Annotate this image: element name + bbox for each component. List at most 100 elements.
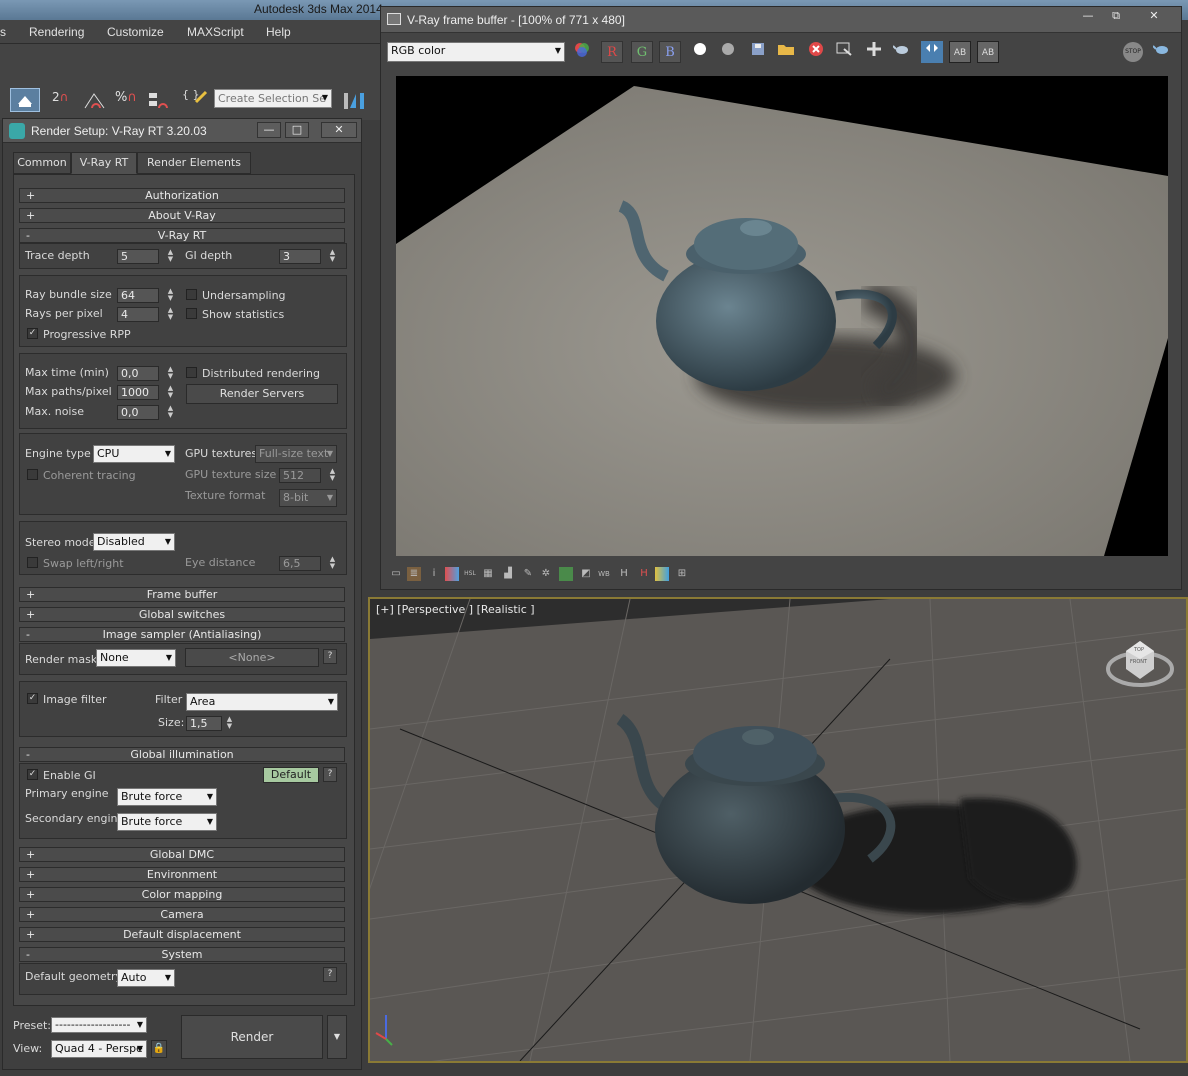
coherent-tracing-checkbox[interactable]	[27, 469, 38, 480]
render-servers-button[interactable]: Render Servers	[186, 384, 338, 404]
stamp-icon[interactable]: ⊞	[675, 567, 689, 581]
menu-maxscript[interactable]: MAXScript	[187, 25, 244, 39]
engine-type-dropdown[interactable]: CPU ▼	[93, 445, 175, 463]
enable-gi-checkbox[interactable]: ✓	[27, 769, 38, 780]
snap-2d-icon[interactable]: 2∩	[52, 90, 74, 112]
render-mask-dropdown[interactable]: None ▼	[96, 649, 176, 667]
max-paths-spinner[interactable]: 1000	[117, 385, 159, 400]
display-icon[interactable]: ▭	[389, 567, 403, 581]
gi-depth-spinner[interactable]: 3	[279, 249, 321, 264]
angle-snap-icon[interactable]	[82, 90, 108, 112]
rays-per-pixel-spinner[interactable]: 4	[117, 307, 159, 322]
rollout-color-mapping[interactable]: + Color mapping	[19, 887, 345, 902]
minimize-button[interactable]: —	[257, 122, 281, 138]
size-spinner[interactable]: 1,5	[186, 716, 222, 731]
info-icon[interactable]: i	[427, 567, 441, 581]
close-button[interactable]: ✕	[321, 122, 357, 138]
curves-icon[interactable]: ▦	[481, 567, 495, 581]
spinner-arrows-icon[interactable]: ▲ ▼	[166, 366, 175, 381]
blue-channel-button[interactable]: B	[659, 41, 681, 63]
spinner-arrows-icon[interactable]: ▲ ▼	[328, 468, 337, 483]
mirror-icon[interactable]	[342, 90, 368, 112]
help-button[interactable]: ?	[323, 967, 337, 982]
show-statistics-checkbox[interactable]	[186, 308, 197, 319]
spinner-arrows-icon[interactable]: ▲ ▼	[166, 249, 175, 264]
spinner-arrows-icon[interactable]: ▲ ▼	[166, 405, 175, 420]
image-filter-checkbox[interactable]: ✓	[27, 693, 38, 704]
spinner-arrows-icon[interactable]: ▲ ▼	[328, 249, 337, 264]
history-b-icon[interactable]: AB	[977, 41, 999, 63]
minimize-button[interactable]: —	[1077, 9, 1099, 25]
history-a-icon[interactable]: AB	[949, 41, 971, 63]
edit-named-sets-icon[interactable]: { }	[182, 88, 210, 114]
spinner-arrows-icon[interactable]: ▲ ▼	[166, 307, 175, 322]
white-balance-icon[interactable]	[559, 567, 573, 581]
rollout-vray-rt[interactable]: - V-Ray RT	[19, 228, 345, 243]
lut-icon[interactable]: HSL	[463, 567, 477, 581]
perspective-viewport[interactable]: [+] [Perspective ] [Realistic ] TOP FRON…	[368, 597, 1188, 1063]
max-noise-spinner[interactable]: 0,0	[117, 405, 159, 420]
track-mouse-icon[interactable]	[833, 41, 855, 63]
clear-icon[interactable]	[805, 41, 827, 63]
primary-engine-dropdown[interactable]: Brute force ▼	[117, 788, 217, 806]
rollout-authorization[interactable]: + Authorization	[19, 188, 345, 203]
spinner-arrows-icon[interactable]: ▲ ▼	[225, 716, 234, 731]
help-button[interactable]: ?	[323, 767, 337, 782]
ocio-icon[interactable]: WB	[597, 567, 611, 581]
maximize-button[interactable]: □	[285, 122, 309, 138]
rendered-image[interactable]	[396, 76, 1168, 556]
rollout-default-displacement[interactable]: + Default displacement	[19, 927, 345, 942]
history-icon[interactable]: ≣	[407, 567, 421, 581]
spinner-snap-icon[interactable]	[147, 90, 171, 112]
exposure-icon[interactable]: ▟	[501, 567, 515, 581]
menu-help[interactable]: Help	[266, 25, 291, 39]
selection-set-dropdown[interactable]: Create Selection Se ▼	[214, 89, 332, 108]
rollout-global-dmc[interactable]: + Global DMC	[19, 847, 345, 862]
channel-dropdown[interactable]: RGB color ▼	[387, 42, 565, 62]
hist-h-icon[interactable]: H	[617, 567, 631, 581]
tab-vray-rt[interactable]: V-Ray RT	[71, 152, 137, 174]
rollout-image-sampler[interactable]: - Image sampler (Antialiasing)	[19, 627, 345, 642]
viewcube-icon[interactable]: TOP FRONT	[1104, 629, 1176, 691]
open-icon[interactable]	[775, 41, 797, 63]
color-channels-icon[interactable]	[571, 41, 593, 63]
texture-format-dropdown[interactable]: 8-bit ▼	[279, 489, 337, 507]
lock-icon[interactable]: 🔒	[151, 1040, 167, 1058]
gpu-texture-size-spinner[interactable]: 512	[279, 468, 321, 483]
region-icon[interactable]	[863, 41, 885, 63]
viewport-label[interactable]: [+] [Perspective ] [Realistic ]	[376, 603, 535, 616]
rollout-environment[interactable]: + Environment	[19, 867, 345, 882]
select-object-icon[interactable]	[10, 88, 40, 112]
default-mode-button[interactable]: Default	[263, 767, 319, 783]
spinner-arrows-icon[interactable]: ▲ ▼	[166, 288, 175, 303]
rollout-global-illumination[interactable]: - Global illumination	[19, 747, 345, 762]
rollout-system[interactable]: - System	[19, 947, 345, 962]
tab-common[interactable]: Common	[13, 152, 71, 174]
close-button[interactable]: ✕	[1143, 9, 1165, 25]
spinner-arrows-icon[interactable]: ▲ ▼	[166, 385, 175, 400]
gray-dot-icon[interactable]	[717, 41, 739, 63]
help-button[interactable]: ?	[323, 649, 337, 664]
save-icon[interactable]	[747, 41, 769, 63]
teapot-render-icon[interactable]	[891, 41, 913, 63]
tonemap-icon[interactable]: ✲	[539, 567, 553, 581]
tab-render-elements[interactable]: Render Elements	[137, 152, 251, 174]
lens-icon[interactable]: ✎	[521, 567, 535, 581]
gpu-textures-dropdown[interactable]: Full-size text ▼	[255, 445, 337, 463]
menu-customize[interactable]: Customize	[107, 25, 164, 39]
secondary-engine-dropdown[interactable]: Brute force ▼	[117, 813, 217, 831]
stop-icon[interactable]: STOP	[1123, 42, 1143, 62]
maximize-button[interactable]: ⧉	[1105, 9, 1127, 25]
default-geometry-dropdown[interactable]: Auto ▼	[117, 969, 175, 987]
rollout-frame-buffer[interactable]: + Frame buffer	[19, 587, 345, 602]
pixel-aspect-icon[interactable]: ◩	[579, 567, 593, 581]
rollout-global-switches[interactable]: + Global switches	[19, 607, 345, 622]
max-time-spinner[interactable]: 0,0	[117, 366, 159, 381]
render-mode-dropdown-button[interactable]: ▼	[327, 1015, 347, 1059]
swap-left-right-checkbox[interactable]	[27, 557, 38, 568]
render-mask-object-button[interactable]: <None>	[185, 648, 319, 667]
stereo-mode-dropdown[interactable]: Disabled ▼	[93, 533, 175, 551]
white-dot-icon[interactable]	[689, 41, 711, 63]
filter-dropdown[interactable]: Area ▼	[186, 693, 338, 711]
compare-ab-icon[interactable]	[921, 41, 943, 63]
